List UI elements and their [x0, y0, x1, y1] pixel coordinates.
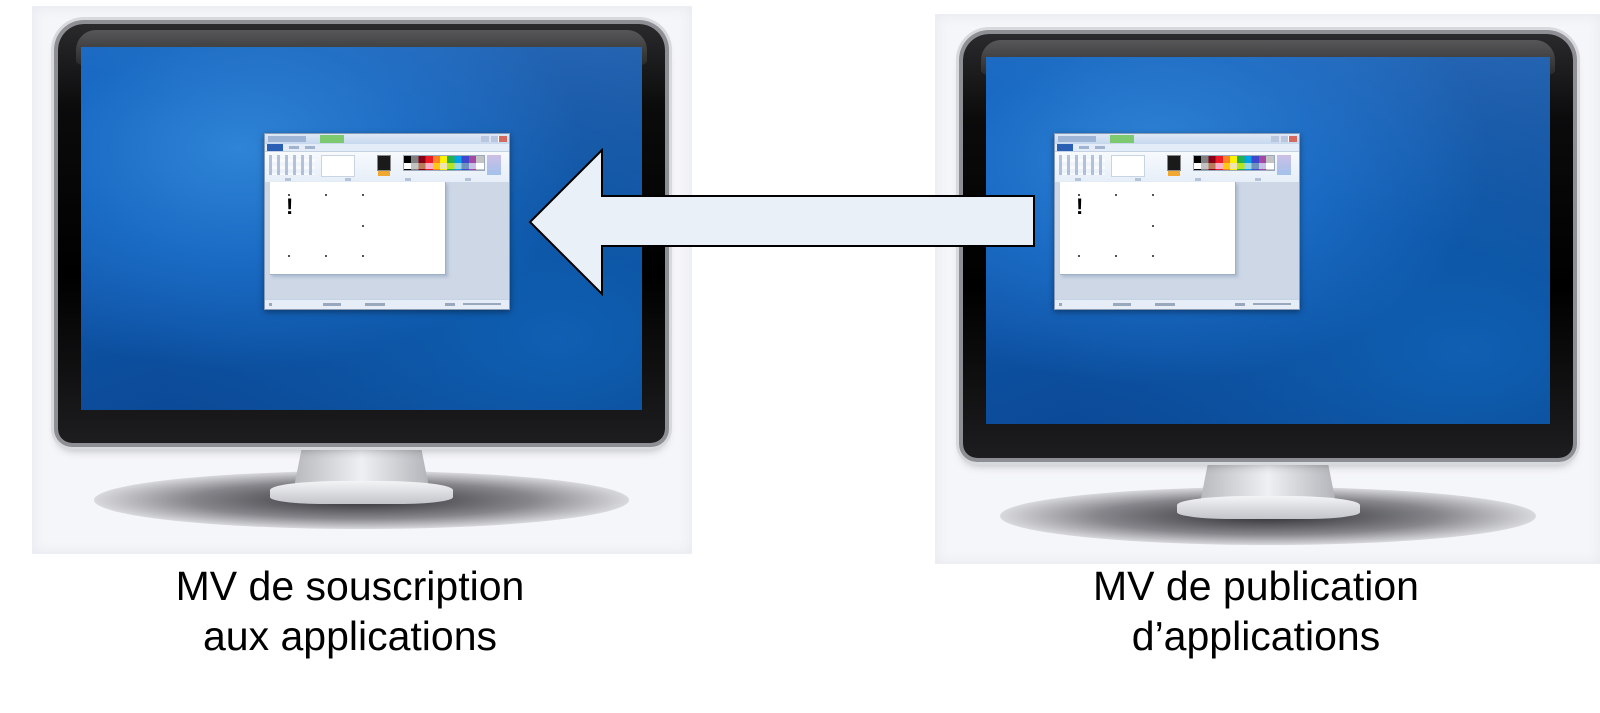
app-title-bar	[1055, 134, 1299, 144]
color1-swatch	[377, 155, 391, 176]
canvas-handle	[362, 194, 364, 196]
shapes-group	[321, 155, 355, 177]
monitor-stand-base	[1176, 496, 1360, 520]
canvas-handle	[325, 255, 327, 257]
caption-line: MV de souscription	[175, 563, 525, 609]
monitor-stand-neck	[294, 443, 429, 484]
status-item	[1155, 303, 1175, 306]
ribbon-toolbar	[265, 152, 509, 183]
canvas-exclamation-mark: !	[286, 194, 294, 219]
quick-access-toolbar	[1058, 136, 1096, 142]
canvas-handle	[1152, 225, 1154, 227]
status-item	[323, 303, 341, 306]
app-workspace: !	[265, 182, 509, 300]
tab-view	[1095, 146, 1105, 149]
app-title-bar	[265, 134, 509, 144]
ribbon-toolbar	[1055, 152, 1299, 183]
canvas-handle	[1115, 255, 1117, 257]
canvas-handle	[1078, 255, 1080, 257]
drawing-canvas: !	[1060, 182, 1236, 275]
tab-view	[305, 146, 315, 149]
status-item	[445, 303, 455, 306]
window-controls	[1271, 136, 1297, 142]
monitor-stand-base	[270, 481, 453, 504]
contextual-tab-indicator	[320, 135, 344, 143]
canvas-handle	[1115, 194, 1117, 196]
canvas-handle	[362, 225, 364, 227]
canvas-handle	[1152, 255, 1154, 257]
caption-line: d’applications	[1131, 613, 1381, 659]
ribbon-group-labels	[1055, 178, 1299, 181]
app-status-bar	[265, 299, 509, 309]
tab-home	[1079, 146, 1089, 149]
canvas-handle	[325, 194, 327, 196]
status-item	[269, 303, 272, 306]
tools-group	[1059, 155, 1105, 175]
canvas-exclamation-mark: !	[1076, 194, 1084, 219]
color1-swatch	[1167, 155, 1181, 176]
canvas-handle	[362, 255, 364, 257]
canvas-handle	[1152, 194, 1154, 196]
contextual-tab-indicator	[1110, 135, 1134, 143]
status-item	[1235, 303, 1245, 306]
left-arrow-icon	[528, 148, 1035, 296]
drawing-canvas: !	[270, 182, 446, 275]
transfer-arrow-shape	[528, 148, 1035, 296]
status-item	[1113, 303, 1131, 306]
tools-group	[269, 155, 315, 175]
subscriber-paint-app-window: !	[264, 133, 510, 310]
subscriber-vm-caption: MV de souscription aux applications	[100, 561, 600, 661]
quick-access-toolbar	[268, 136, 306, 142]
zoom-slider	[1253, 303, 1291, 305]
status-item	[1059, 303, 1062, 306]
ribbon-tabs	[1055, 144, 1299, 152]
caption-line: aux applications	[202, 613, 498, 659]
app-workspace: !	[1055, 182, 1299, 300]
ribbon-group-labels	[265, 178, 509, 181]
status-item	[365, 303, 385, 306]
file-menu-tab	[1057, 144, 1073, 151]
canvas-handle	[288, 255, 290, 257]
edit-colors-button	[487, 155, 501, 175]
edit-colors-button	[1277, 155, 1291, 175]
file-menu-tab	[267, 144, 283, 151]
caption-line: MV de publication	[1093, 563, 1419, 609]
zoom-slider	[463, 303, 501, 305]
tab-home	[289, 146, 299, 149]
window-controls	[481, 136, 507, 142]
publisher-vm-caption: MV de publication d’applications	[1006, 561, 1506, 661]
color-palette	[403, 155, 485, 171]
publisher-paint-app-window: !	[1054, 133, 1300, 310]
app-status-bar	[1055, 299, 1299, 309]
shapes-group	[1111, 155, 1145, 177]
ribbon-tabs	[265, 144, 509, 152]
color-palette	[1193, 155, 1275, 171]
monitor-stand-neck	[1200, 458, 1336, 499]
